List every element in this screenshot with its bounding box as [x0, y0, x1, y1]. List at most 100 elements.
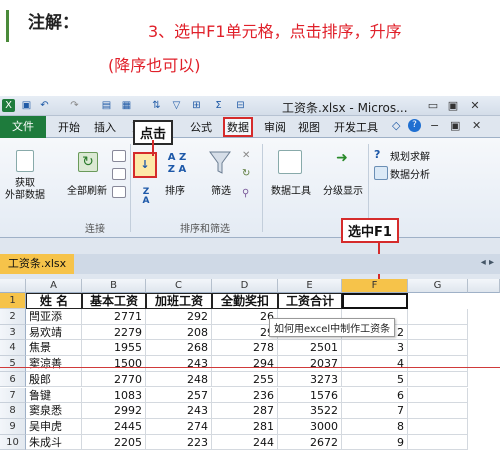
column-header-e[interactable]: E — [278, 279, 342, 293]
column-header-c[interactable]: C — [146, 279, 212, 293]
header-cell-overtime[interactable]: 加班工资 — [146, 293, 212, 309]
save-icon[interactable]: ▣ — [20, 99, 33, 112]
header-cell-attendance[interactable]: 全勤奖扣 — [212, 293, 278, 309]
select-all-corner[interactable] — [0, 279, 26, 293]
cell-overtime[interactable]: 243 — [146, 403, 212, 419]
tab-formulas[interactable]: 公式 — [190, 119, 212, 135]
row-header[interactable]: 9 — [0, 418, 26, 435]
cell-attendance[interactable]: 278 — [212, 340, 278, 357]
tab-file[interactable]: 文件 — [0, 116, 46, 138]
cell-name[interactable]: 閆亚添 — [26, 309, 82, 325]
edit-links-icon[interactable] — [112, 186, 126, 198]
column-header-a[interactable]: A — [26, 279, 82, 293]
cell-base-pay[interactable]: 2770 — [82, 371, 146, 388]
cell-f[interactable]: 4 — [342, 356, 408, 372]
row-header-1[interactable]: 1 — [0, 293, 26, 309]
tab-insert[interactable]: 插入 — [94, 119, 116, 135]
column-header-f[interactable]: F — [342, 279, 408, 293]
cell-overtime[interactable]: 223 — [146, 434, 212, 451]
cell-g[interactable] — [408, 340, 468, 357]
cell-name[interactable]: 易欢靖 — [26, 324, 82, 341]
cell-g[interactable] — [408, 371, 468, 388]
cell-g[interactable] — [408, 356, 468, 372]
cell-overtime[interactable]: 208 — [146, 324, 212, 341]
tab-data[interactable]: 数据 — [223, 117, 253, 137]
cell-base-pay[interactable]: 1955 — [82, 340, 146, 357]
header-cell-base-pay[interactable]: 基本工资 — [82, 293, 146, 309]
close-button[interactable]: ✕ — [468, 99, 482, 112]
outline-label[interactable]: 分级显示 — [318, 182, 368, 197]
cell-f[interactable]: 7 — [342, 403, 408, 419]
cell-g[interactable] — [408, 387, 468, 404]
refresh-all-label[interactable]: 全部刷新 — [62, 182, 112, 197]
reapply-filter-icon[interactable]: ↻ — [242, 168, 256, 180]
properties-icon[interactable] — [112, 168, 126, 180]
sort-quick-icon[interactable]: ⇅ — [150, 99, 163, 112]
cell-name[interactable]: 窦涼善 — [26, 356, 82, 372]
workbook-close-icon[interactable]: ✕ — [472, 119, 481, 132]
cell-overtime[interactable]: 274 — [146, 418, 212, 435]
cell-attendance[interactable]: 287 — [212, 403, 278, 419]
print-preview-icon[interactable]: ▤ — [100, 99, 113, 112]
cell-name[interactable]: 吴申虎 — [26, 418, 82, 435]
row-header[interactable]: 4 — [0, 340, 26, 357]
cell-attendance[interactable]: 236 — [212, 387, 278, 404]
cell-name[interactable]: 焦景 — [26, 340, 82, 357]
cell-name[interactable]: 鲁键 — [26, 387, 82, 404]
cell-total[interactable]: 3273 — [278, 371, 342, 388]
cell-total[interactable]: 3000 — [278, 418, 342, 435]
connections-icon[interactable] — [112, 150, 126, 162]
column-header-d[interactable]: D — [212, 279, 278, 293]
cell-g[interactable] — [408, 418, 468, 435]
tab-developer[interactable]: 开发工具 — [334, 119, 378, 135]
tab-home[interactable]: 开始 — [58, 119, 80, 135]
cell-f[interactable]: 3 — [342, 340, 408, 357]
cell-total[interactable]: 3522 — [278, 403, 342, 419]
cell-base-pay[interactable]: 2205 — [82, 434, 146, 451]
cell-f[interactable]: 9 — [342, 434, 408, 451]
cell-base-pay[interactable]: 2445 — [82, 418, 146, 435]
get-external-data-icon[interactable] — [16, 150, 34, 172]
row-header[interactable]: 7 — [0, 387, 26, 404]
cell-total[interactable]: 2501 — [278, 340, 342, 357]
cell-base-pay[interactable]: 2771 — [82, 309, 146, 325]
format-icon[interactable]: ⊟ — [234, 99, 247, 112]
outline-icon[interactable]: ➜ — [332, 150, 352, 170]
row-header[interactable]: 2 — [0, 309, 26, 325]
tab-scroll-icon[interactable]: ◂ ▸ — [481, 257, 494, 268]
cell-f[interactable]: 6 — [342, 387, 408, 404]
sort-descending-icon[interactable]: ZA — [138, 188, 154, 206]
row-header[interactable]: 5 — [0, 356, 26, 372]
refresh-all-icon[interactable]: ↻ — [78, 152, 98, 172]
cell-base-pay[interactable]: 1500 — [82, 356, 146, 372]
filter-label[interactable]: 筛选 — [206, 182, 236, 197]
tab-review[interactable]: 审阅 — [264, 119, 286, 135]
data-analysis-label[interactable]: 数据分析 — [390, 166, 430, 181]
tab-view[interactable]: 视图 — [298, 119, 320, 135]
solver-label[interactable]: 规划求解 — [390, 148, 430, 163]
selected-cell-f1[interactable] — [342, 293, 408, 309]
cell-attendance[interactable]: 294 — [212, 356, 278, 372]
cell-attendance[interactable]: 281 — [212, 418, 278, 435]
column-header-b[interactable]: B — [82, 279, 146, 293]
help-icon[interactable]: ? — [408, 119, 421, 132]
cell-total[interactable]: 2037 — [278, 356, 342, 372]
cell-overtime[interactable]: 243 — [146, 356, 212, 372]
cell-total[interactable]: 1576 — [278, 387, 342, 404]
row-header[interactable]: 8 — [0, 403, 26, 419]
cell-g[interactable] — [408, 309, 468, 325]
cell-f[interactable]: 5 — [342, 371, 408, 388]
undo-icon[interactable]: ↶ — [38, 99, 51, 112]
cell-overtime[interactable]: 292 — [146, 309, 212, 325]
data-tools-label[interactable]: 数据工具 — [266, 182, 316, 197]
cell-overtime[interactable]: 248 — [146, 371, 212, 388]
cell-name[interactable]: 朱成斗 — [26, 434, 82, 451]
row-header[interactable]: 6 — [0, 371, 26, 388]
ribbon-minimize-icon[interactable]: ◇ — [392, 119, 400, 132]
workbook-minimize-icon[interactable]: − — [430, 119, 439, 132]
advanced-filter-icon[interactable]: ⚲ — [242, 188, 256, 200]
clear-filter-icon[interactable]: ✕ — [242, 150, 256, 162]
sum-icon[interactable]: Σ — [212, 99, 225, 112]
header-cell-total[interactable]: 工资合计 — [278, 293, 342, 309]
restore-button[interactable]: ▣ — [446, 99, 460, 112]
